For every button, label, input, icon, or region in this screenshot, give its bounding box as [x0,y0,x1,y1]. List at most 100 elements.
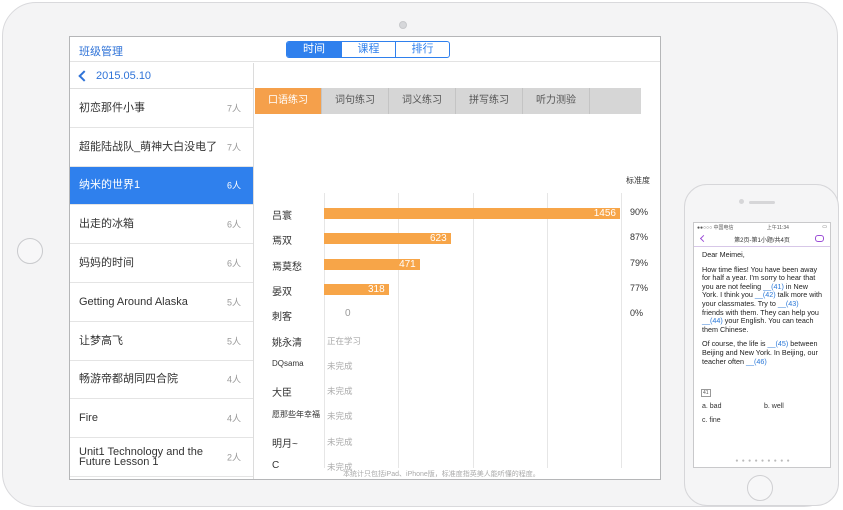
lesson-count: 6人 [226,258,241,269]
student-name: 大臣 [272,388,292,400]
app-title: 班级管理 [79,46,123,58]
lesson-count: 6人 [226,180,241,191]
score-bar: 318 [324,283,389,295]
student-name: 吕寰 [272,211,292,222]
student-name: 姚永清 [272,337,302,349]
chat-icon[interactable] [815,235,824,242]
score-value: 0 [345,308,351,320]
accuracy-value: 90% [630,207,649,217]
lesson-row[interactable]: 畅游帝都胡同四合院 4人 [70,361,253,400]
study-status: 正在学习 [327,335,362,346]
lesson-row[interactable]: 让梦高飞 5人 [70,322,253,361]
lesson-row[interactable]: Unit1 Technology and the Future Lesson 1… [70,438,253,477]
tab-speaking[interactable]: 口语练习 [255,88,322,114]
letter-paragraph: How time flies! You have been away for h… [702,265,822,335]
tab-spelling[interactable]: 拼写练习 [456,88,523,114]
lesson-title: 妈妈的时间 [79,257,134,270]
option-b[interactable]: b. well [764,403,784,410]
student-name: C [272,460,280,471]
tab-meaning[interactable]: 词义练习 [389,88,456,114]
tab-listening[interactable]: 听力测验 [523,88,590,114]
lesson-row[interactable]: 出走的冰箱 6人 [70,205,253,245]
accuracy-value: 77% [630,282,649,293]
grid-line [547,193,548,468]
lesson-title: Fire [79,412,98,425]
segment-time[interactable]: 时间 [287,42,341,57]
footnote: 本统计只包括iPad、iPhone版，标准度指英美人能听懂的程度。 [343,471,540,478]
study-status: 未完成 [327,386,353,397]
cloze-blank: __(46) [745,356,767,366]
speaker-grille [749,201,775,204]
accuracy-value: 79% [630,257,649,268]
score-bar: 623 [324,233,451,245]
student-name: 焉双 [272,236,292,248]
segmented-control: 时间 课程 排行 [286,41,450,58]
lesson-row[interactable]: 妈妈的时间 6人 [70,244,253,283]
practice-tabs: 口语练习 词句练习 词义练习 拼写练习 听力测验 [255,88,641,114]
stats-panel: 口语练习 词句练习 词义练习 拼写练习 听力测验 标准度 吕寰 1456 90% 焉双… [255,63,660,479]
lesson-title: 畅游帝都胡同四合院 [79,373,178,386]
lesson-row[interactable]: 初恋那件小事 7人 [70,89,253,128]
lesson-title: 超能陆战队_萌神大白没电了 [79,140,218,153]
student-name: 愿那些年幸福 [272,410,320,420]
study-status: 未完成 [327,436,353,447]
grid-line [473,193,474,468]
student-name: 晏双 [272,286,292,298]
cloze-passage: Dear Meimei, How time flies! You have be… [694,247,830,390]
back-icon[interactable] [699,234,708,243]
lesson-title: 初恋那件小事 [79,101,145,114]
study-status: 未完成 [327,411,353,422]
page-indicator[interactable]: ● ● ● ● ● ● ● ● ● [694,458,830,464]
accuracy-header: 标准度 [626,176,650,185]
score-value: 1456 [593,208,616,219]
date-row[interactable]: 2015.05.10 [70,63,253,89]
student-name: DQsama [272,358,304,368]
lesson-row[interactable]: Fire 4人 [70,399,253,439]
camera-icon [739,199,744,204]
lesson-title: Unit1 Technology and the Future Lesson 1 [79,446,203,469]
study-status: 未完成 [327,360,353,371]
home-button[interactable] [747,475,773,501]
student-name: 刺客 [272,312,292,324]
accuracy-value: 0% [630,308,644,319]
phone-status-bar: ●●○○○ 中国电信 上午11:34 ▭ [694,223,830,232]
header: 班级管理 时间 课程 排行 [70,37,660,62]
lesson-row[interactable]: Getting Around Alaska 5人 [70,283,253,322]
lesson-count: 4人 [226,374,241,385]
home-button[interactable] [17,238,43,264]
lesson-row[interactable]: 纳米的世界1 6人 [70,166,253,206]
score-bar: 471 [324,258,420,270]
option-c[interactable]: c. fine [702,417,721,424]
segment-ranking[interactable]: 排行 [395,42,449,57]
lesson-count: 7人 [226,103,241,114]
iphone-device: ●●○○○ 中国电信 上午11:34 ▭ 第2页-第1小题/共4页 Dear M… [684,184,839,506]
score-value: 318 [367,283,385,295]
date-label: 2015.05.10 [96,69,152,82]
phone-nav-bar: 第2页-第1小题/共4页 [694,232,830,247]
carrier-label: ●●○○○ 中国电信 [697,225,734,231]
chevron-left-icon[interactable] [78,69,90,82]
student-name: 焉莫愁 [272,261,302,273]
tab-phrase[interactable]: 词句练习 [322,88,389,114]
lesson-count: 6人 [226,219,241,230]
option-a[interactable]: a. bad [702,403,721,410]
lesson-list: 2015.05.10 初恋那件小事 7人 超能陆战队_萌神大白没电了 7人 纳米的世界1… [70,63,254,479]
camera-icon [399,21,407,29]
grid-line [621,193,622,468]
score-bar: 1456 [324,208,620,219]
letter-greeting: Dear Meimei, [702,250,745,259]
question-tag: 41 [701,389,711,397]
tab-bar-filler [590,88,641,114]
score-value: 471 [399,258,416,270]
lesson-count: 7人 [226,142,241,153]
lesson-row[interactable]: 超能陆战队_萌神大白没电了 7人 [70,128,253,167]
lesson-count: 4人 [226,413,241,424]
lesson-title: Getting Around Alaska [79,295,188,308]
ipad-screen: 班级管理 时间 课程 排行 2015.05.10 初恋那件小事 7人 超能陆战队_萌… [69,36,661,480]
segment-course[interactable]: 课程 [341,42,395,57]
student-name: 明月~ [272,438,298,450]
lesson-title: 让梦高飞 [79,334,123,347]
time-label: 上午11:34 [766,225,789,231]
score-value: 623 [429,233,447,245]
lesson-count: 2人 [226,452,241,463]
